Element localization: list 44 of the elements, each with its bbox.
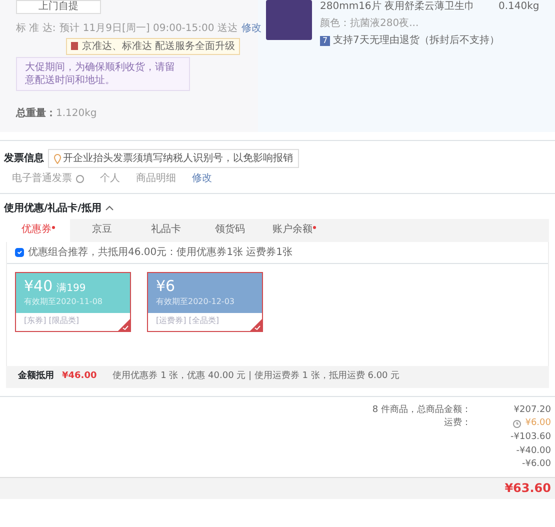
product-name: 280mm16片 夜用舒柔云薄卫生巾 — [320, 0, 474, 13]
tab[interactable]: 优惠券 — [6, 219, 70, 242]
section-title: 使用优惠/礼品卡/抵用 — [4, 202, 102, 215]
tab[interactable]: 领货码 — [198, 219, 262, 242]
invoice-tip-text: 开企业抬头发票须填写纳税人识别号，以免影响报销 — [63, 152, 293, 165]
invoice-holder: 个人 — [100, 172, 120, 185]
coupon-amount: ¥40 — [24, 277, 53, 296]
invoice-content: 商品明细 — [136, 172, 176, 185]
section-title: 发票信息 — [4, 152, 44, 165]
delivery-label: 标 准 达: — [16, 22, 56, 35]
tab[interactable]: 京豆 — [70, 219, 134, 242]
coupon-tags: [东券] [限品类] — [16, 313, 116, 330]
edit-link[interactable]: 修改 — [241, 22, 262, 35]
coupon-amount: ¥6 — [156, 277, 176, 296]
delivery-time: 预计 11月9日[周一] 09:00-15:00 送达 — [60, 22, 238, 35]
coupon-expiry: 有效期至2020-12-03 — [156, 296, 236, 307]
edit-link[interactable]: 修改 — [192, 172, 212, 185]
summary-value: ¥6.00 — [525, 418, 551, 430]
total-amount: ¥63.60 — [504, 480, 551, 496]
deduction-label: 金额抵用 — [18, 371, 54, 383]
tab[interactable]: 账户余额 — [262, 219, 326, 242]
coupon-expiry: 有效期至2020-11-08 — [24, 296, 104, 307]
summary-value: ¥207.20 — [514, 404, 551, 416]
invoice-type: 电子普通发票 — [12, 172, 72, 185]
weight-label: 总重量： — [16, 107, 56, 120]
summary-value: -¥6.00 — [522, 459, 551, 472]
coupon-condition: 满199 — [56, 282, 86, 295]
coupon-tags: [运费券] [全品类] — [148, 313, 248, 330]
deduction-detail: 使用优惠券 1 张，优惠 40.00 元 | 使用运费券 1 张，抵用运费 6.00 元 — [112, 371, 400, 383]
pickup-button[interactable]: 上门自提 — [16, 0, 101, 14]
tooltip-text: 京准达、标准达 配送服务全面升级 — [82, 41, 236, 52]
summary-label: 运费： — [444, 418, 471, 430]
product-color: 颜色：抗菌液280夜... — [320, 17, 420, 30]
product-weight: 0.140kg — [498, 0, 540, 13]
weight-value: 1.120kg — [56, 107, 97, 120]
notice-text: 大促期间，为确保顺利收货，请留意配送时间和地址。 — [25, 62, 175, 86]
summary-value: -¥40.00 — [516, 446, 551, 458]
checkbox-label: 优惠组合推荐，共抵用46.00元：使用优惠券1张 运费券1张 — [28, 246, 293, 259]
summary-value: -¥103.60 — [510, 432, 551, 444]
tab[interactable]: 礼品卡 — [134, 219, 198, 242]
return-policy: 支持7天无理由退货（拆封后不支持） — [333, 34, 500, 47]
deduction-amount: ¥46.00 — [62, 371, 97, 383]
summary-label: 8 件商品，总商品金额： — [372, 404, 471, 416]
return-badge: 7 — [320, 36, 330, 46]
